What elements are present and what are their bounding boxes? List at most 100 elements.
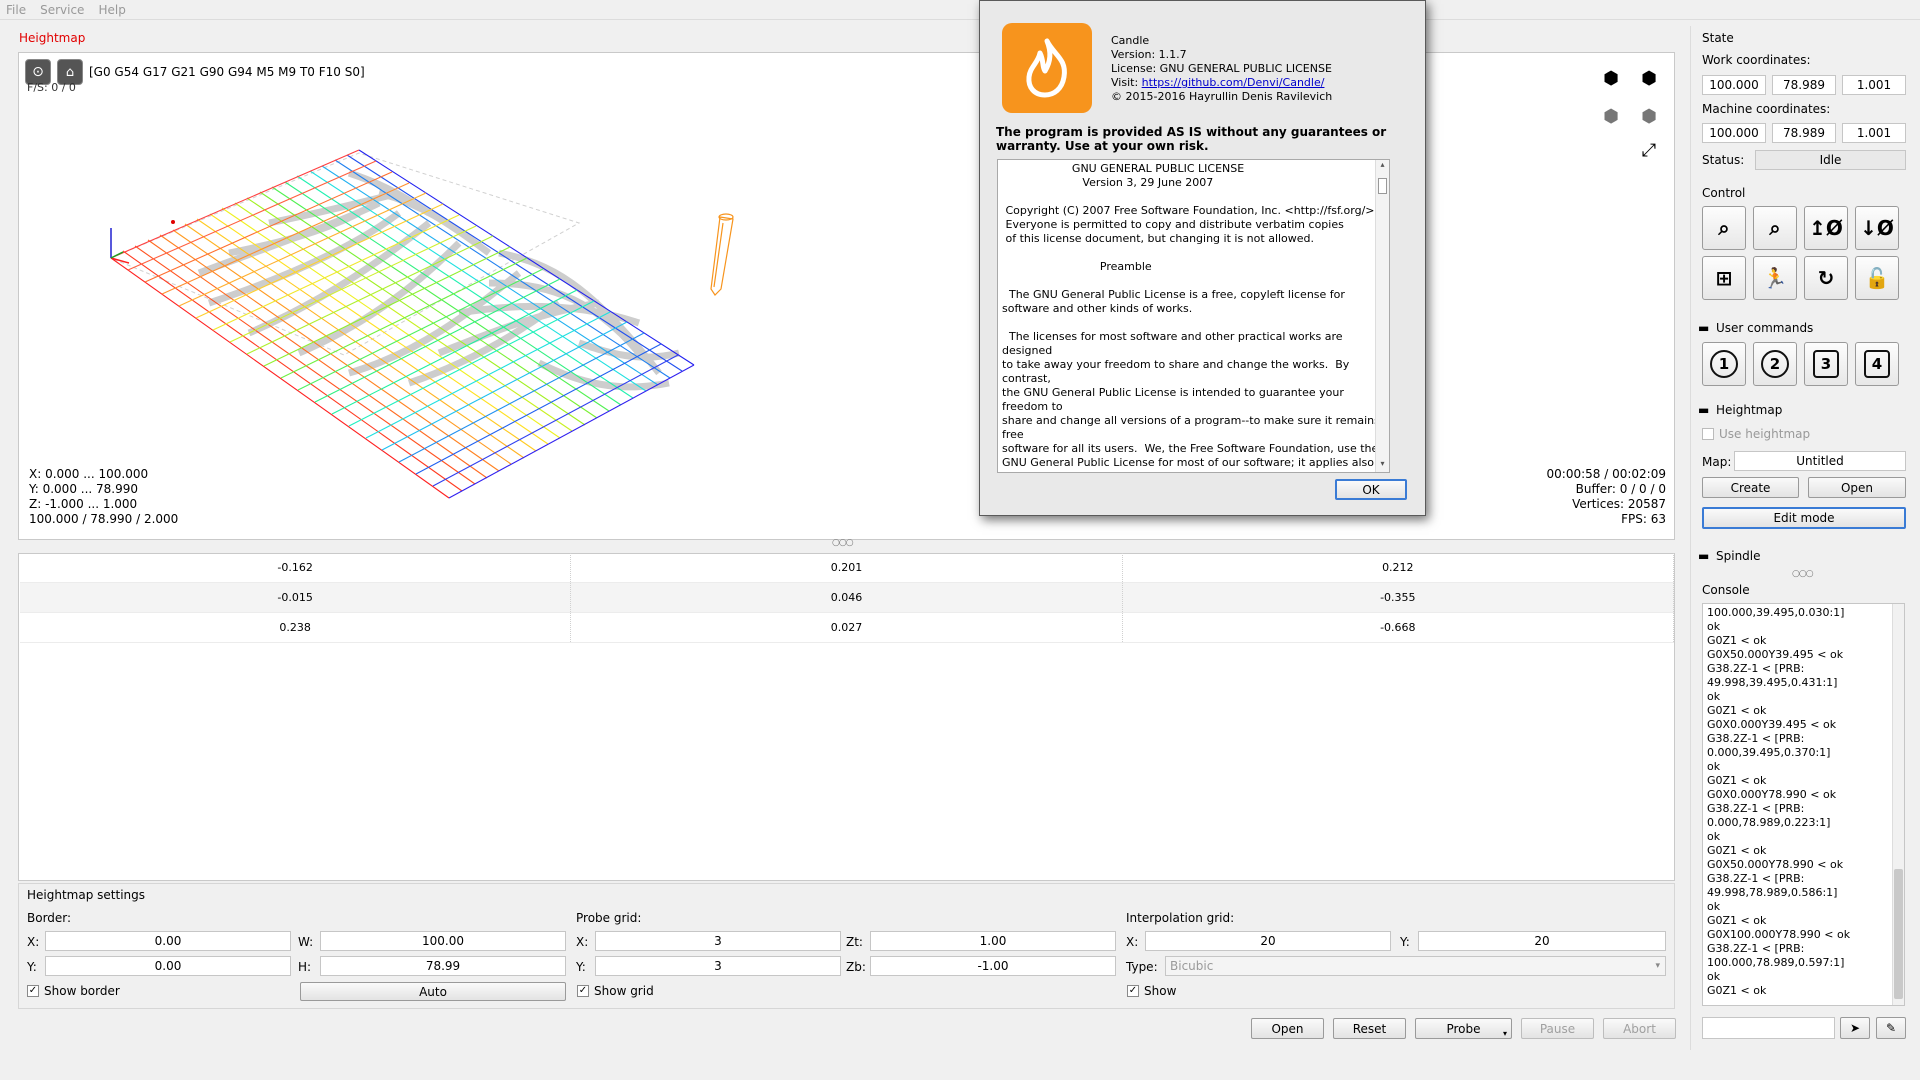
- use-heightmap-label: Use heightmap: [1719, 427, 1810, 441]
- scroll-down-icon[interactable]: ▾: [1376, 459, 1389, 472]
- probe-zt-field[interactable]: 1.00: [870, 931, 1116, 951]
- abort-button[interactable]: Abort: [1603, 1018, 1676, 1039]
- running-man-icon: 🏃: [1763, 266, 1788, 290]
- console-scroll-thumb[interactable]: [1894, 869, 1903, 999]
- command-input[interactable]: [1702, 1017, 1835, 1039]
- probe-zt-label: Zt:: [846, 935, 863, 949]
- render-info: 00:00:58 / 00:02:09 Buffer: 0 / 0 / 0 Ve…: [1547, 467, 1666, 527]
- time-info: 00:00:58 / 00:02:09: [1547, 467, 1666, 482]
- user-command-2-button[interactable]: 2: [1753, 342, 1797, 386]
- table-cell[interactable]: 0.046: [571, 583, 1122, 612]
- toolpath-shadow: [199, 173, 679, 387]
- user-command-1-label: 1: [1710, 350, 1738, 378]
- table-row: 0.238 0.027 -0.668: [20, 613, 1674, 643]
- table-cell[interactable]: -0.668: [1123, 613, 1674, 642]
- use-heightmap-checkbox[interactable]: [1702, 428, 1714, 440]
- border-y-field[interactable]: 0.00: [45, 956, 291, 976]
- console-scrollbar[interactable]: [1892, 604, 1904, 1005]
- menu-service[interactable]: Service: [40, 3, 84, 17]
- view-left-icon[interactable]: ⬢: [1598, 103, 1624, 129]
- license-scrollbar[interactable]: ▴ ▾: [1375, 160, 1389, 472]
- reset-button[interactable]: Reset: [1333, 1018, 1406, 1039]
- collapse-icon[interactable]: ▬: [1698, 403, 1709, 417]
- scroll-up-icon[interactable]: ▴: [1376, 160, 1389, 173]
- menu-file[interactable]: File: [6, 3, 26, 17]
- range-y: Y: 0.000 ... 78.990: [29, 482, 178, 497]
- probe-x-field[interactable]: 3: [595, 931, 841, 951]
- table-cell[interactable]: 0.027: [571, 613, 1122, 642]
- table-cell[interactable]: -0.162: [20, 553, 571, 582]
- create-heightmap-button[interactable]: Create: [1702, 477, 1799, 498]
- console-text: 100.000,39.495,0.030:1] ok G0Z1 < ok G0X…: [1703, 604, 1904, 1000]
- probe-x-label: X:: [576, 935, 588, 949]
- gcode-state: [G0 G54 G17 G21 G90 G94 M5 M9 T0 F10 S0]: [89, 65, 365, 79]
- zero-z-icon: ↓Ø: [1860, 216, 1894, 240]
- tool-model: [711, 214, 733, 295]
- open-button[interactable]: Open: [1251, 1018, 1324, 1039]
- splitter-handle[interactable]: ○○○: [832, 538, 853, 548]
- splitter-handle[interactable]: ○○○: [1792, 569, 1813, 579]
- user-command-1-button[interactable]: 1: [1702, 342, 1746, 386]
- clear-button[interactable]: ✎: [1876, 1017, 1906, 1039]
- safe-position-button[interactable]: 🏃: [1753, 256, 1797, 300]
- table-cell[interactable]: 0.212: [1123, 553, 1674, 582]
- project-link[interactable]: https://github.com/Denvi/Candle/: [1142, 76, 1325, 89]
- probe-button[interactable]: Probe▾: [1415, 1018, 1512, 1039]
- send-button[interactable]: ➤: [1840, 1017, 1870, 1039]
- zero-z-button[interactable]: ↓Ø: [1855, 206, 1899, 250]
- show-border-checkbox[interactable]: ✓: [27, 985, 39, 997]
- work-coords-label: Work coordinates:: [1702, 53, 1811, 67]
- edit-mode-button[interactable]: Edit mode: [1702, 507, 1906, 529]
- view-iso-icon[interactable]: ⬢: [1636, 103, 1662, 129]
- table-cell[interactable]: -0.015: [20, 583, 571, 612]
- table-cell[interactable]: -0.355: [1123, 583, 1674, 612]
- collapse-icon[interactable]: ▬: [1698, 321, 1709, 335]
- probe-zb-label: Zb:: [846, 960, 866, 974]
- border-w-label: W:: [298, 935, 313, 949]
- border-w-field[interactable]: 100.00: [320, 931, 566, 951]
- home-button[interactable]: ⌕: [1702, 206, 1746, 250]
- user-command-3-label: 3: [1813, 350, 1839, 378]
- console-output[interactable]: 100.000,39.495,0.030:1] ok G0Z1 < ok G0X…: [1702, 603, 1905, 1006]
- table-cell[interactable]: 0.238: [20, 613, 571, 642]
- interp-x-field[interactable]: 20: [1145, 931, 1391, 951]
- reset-controller-button[interactable]: ↻: [1804, 256, 1848, 300]
- probe-y-field[interactable]: 3: [595, 956, 841, 976]
- show-interp-checkbox[interactable]: ✓: [1127, 985, 1139, 997]
- home-search-icon: ⌕: [1718, 216, 1729, 240]
- fullscreen-icon[interactable]: ⤢: [1636, 137, 1662, 163]
- machine-coords-label: Machine coordinates:: [1702, 102, 1830, 116]
- work-x: 100.000: [1702, 75, 1766, 95]
- view-front-icon[interactable]: ⬢: [1598, 65, 1624, 91]
- ok-button[interactable]: OK: [1335, 479, 1407, 500]
- show-grid-checkbox[interactable]: ✓: [577, 985, 589, 997]
- unlock-button[interactable]: 🔓: [1855, 256, 1899, 300]
- license-scroll-thumb[interactable]: [1378, 178, 1387, 194]
- border-h-field[interactable]: 78.99: [320, 956, 566, 976]
- pause-button[interactable]: Pause: [1521, 1018, 1594, 1039]
- open-heightmap-button[interactable]: Open: [1808, 477, 1906, 498]
- dimensions: 100.000 / 78.990 / 2.000: [29, 512, 178, 527]
- probe-grid-label: Probe grid:: [576, 911, 641, 925]
- auto-button[interactable]: Auto: [300, 982, 566, 1001]
- interp-grid-label: Interpolation grid:: [1126, 911, 1234, 925]
- table-cell[interactable]: 0.201: [571, 553, 1122, 582]
- menu-help[interactable]: Help: [98, 3, 125, 17]
- heightmap-viewport[interactable]: ⊙ ⌂ [G0 G54 G17 G21 G90 G94 M5 M9 T0 F10…: [18, 52, 1675, 540]
- range-info: X: 0.000 ... 100.000 Y: 0.000 ... 78.990…: [29, 467, 178, 527]
- view-top-icon[interactable]: ⬢: [1636, 65, 1662, 91]
- probe-zb-field[interactable]: -1.00: [870, 956, 1116, 976]
- collapse-icon[interactable]: ▬: [1698, 549, 1709, 563]
- restore-origin-button[interactable]: ⊞: [1702, 256, 1746, 300]
- interp-y-field[interactable]: 20: [1418, 931, 1666, 951]
- heightmap-side-title: Heightmap: [1716, 403, 1782, 417]
- type-select[interactable]: Bicubic ▾: [1165, 956, 1666, 976]
- user-command-4-button[interactable]: 4: [1855, 342, 1899, 386]
- warranty-warning: The program is provided AS IS without an…: [996, 125, 1386, 153]
- border-x-field[interactable]: 0.00: [45, 931, 291, 951]
- zero-xy-button[interactable]: ↥Ø: [1804, 206, 1848, 250]
- user-command-3-button[interactable]: 3: [1804, 342, 1848, 386]
- license-text-box[interactable]: GNU GENERAL PUBLIC LICENSE Version 3, 29…: [997, 159, 1390, 473]
- work-y: 78.989: [1772, 75, 1836, 95]
- probe-z-button[interactable]: ⌕: [1753, 206, 1797, 250]
